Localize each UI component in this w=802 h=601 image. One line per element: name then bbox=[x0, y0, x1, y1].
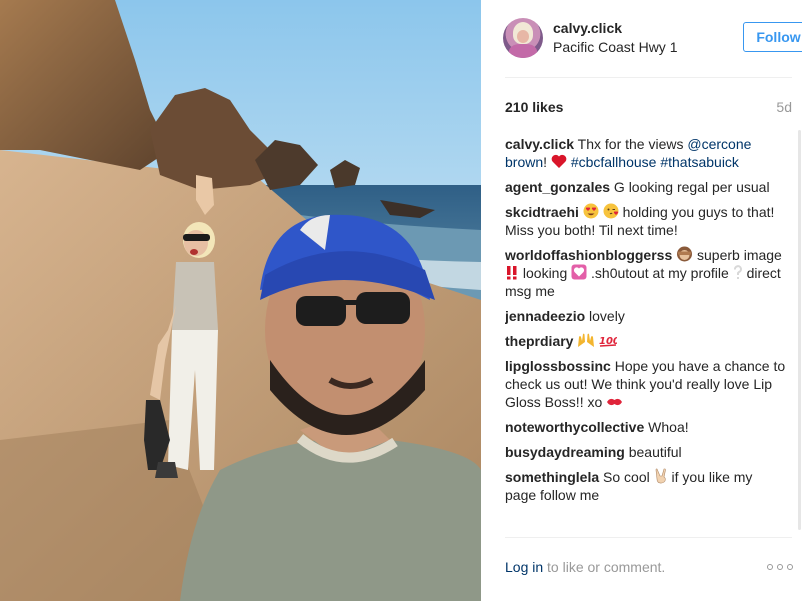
kiss-emoji-icon bbox=[603, 203, 619, 219]
comment: jennadeezio lovely bbox=[505, 308, 625, 324]
question-mark-icon bbox=[733, 265, 742, 279]
see-no-evil-monkey-icon bbox=[677, 246, 693, 262]
comment-username[interactable]: somethinglela bbox=[505, 469, 599, 485]
comment: lipglossbossinc Hope you have a chance t… bbox=[505, 358, 786, 410]
comments-scrollbar[interactable] bbox=[798, 130, 801, 530]
heart-icon bbox=[551, 154, 567, 168]
more-options-icon[interactable] bbox=[767, 563, 793, 571]
comment: skcidtraehi holding you guys to that! Mi… bbox=[505, 203, 775, 238]
victory-hand-emoji-icon bbox=[655, 468, 666, 484]
follow-button[interactable]: Follow bbox=[743, 22, 802, 52]
divider bbox=[505, 77, 792, 78]
comment-prompt: Log in to like or comment. bbox=[505, 559, 666, 575]
post-age[interactable]: 5d bbox=[776, 99, 792, 115]
double-exclamation-icon bbox=[507, 266, 517, 280]
heart-box-icon bbox=[571, 264, 587, 280]
comment-username[interactable]: skcidtraehi bbox=[505, 204, 579, 220]
comment: noteworthycollective Whoa! bbox=[505, 419, 689, 435]
hundred-points-emoji-icon: 100 bbox=[599, 336, 617, 347]
heart-eyes-emoji-icon bbox=[583, 203, 599, 219]
comment: worldoffashionbloggerss superb image loo… bbox=[505, 246, 782, 299]
comment-username[interactable]: jennadeezio bbox=[505, 308, 585, 324]
raised-hands-emoji-icon bbox=[578, 333, 595, 347]
divider bbox=[505, 537, 792, 538]
login-link[interactable]: Log in bbox=[505, 559, 543, 575]
comment: somethinglela So cool if you like my pag… bbox=[505, 468, 753, 503]
comment: busydaydreaming beautiful bbox=[505, 444, 682, 460]
comment-username[interactable]: worldoffashionbloggerss bbox=[505, 247, 672, 263]
comment-username[interactable]: busydaydreaming bbox=[505, 444, 625, 460]
post-sidebar: calvy.click Pacific Coast Hwy 1 Follow 2… bbox=[481, 0, 802, 601]
comment-username[interactable]: noteworthycollective bbox=[505, 419, 644, 435]
avatar[interactable] bbox=[503, 18, 543, 58]
hashtag-link[interactable]: #cbcfallhouse bbox=[571, 154, 657, 170]
post-username[interactable]: calvy.click bbox=[553, 20, 622, 36]
caption: calvy.click Thx for the views @cercone​b… bbox=[505, 136, 752, 170]
comment-username[interactable]: lipglossbossinc bbox=[505, 358, 611, 374]
post-location[interactable]: Pacific Coast Hwy 1 bbox=[553, 39, 677, 55]
kiss-mark-emoji-icon bbox=[607, 398, 623, 406]
hashtag-link[interactable]: #thatsabuick bbox=[660, 154, 739, 170]
beach-selfie-image bbox=[0, 0, 481, 601]
comments-list[interactable]: calvy.click Thx for the views @cercone​b… bbox=[505, 135, 787, 537]
caption-username[interactable]: calvy.click bbox=[505, 136, 574, 152]
comment: agent_gonzales G looking regal per usual bbox=[505, 179, 770, 195]
post-photo[interactable] bbox=[0, 0, 481, 601]
comment: theprdiary 100 bbox=[505, 332, 787, 350]
comment-username[interactable]: agent_gonzales bbox=[505, 179, 610, 195]
comment-username[interactable]: theprdiary bbox=[505, 333, 573, 349]
likes-count[interactable]: 210 likes bbox=[505, 99, 563, 115]
post-header: calvy.click Pacific Coast Hwy 1 Follow bbox=[503, 17, 802, 61]
